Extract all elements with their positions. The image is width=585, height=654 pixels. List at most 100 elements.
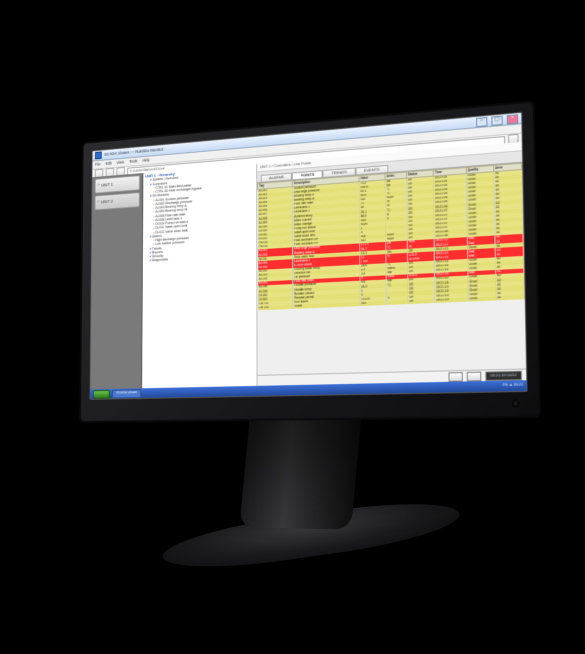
column-header[interactable]: Units [385,172,406,179]
menu-help[interactable]: Help [142,158,149,163]
cell: OK [407,235,434,241]
table-row[interactable]: AI-005Flow rate main0m3/hLOLO09:21:18Bad… [258,269,524,286]
cell: % [385,199,406,205]
cell: 09:21:06 [433,195,466,201]
cell: 09:21:08 [434,229,467,235]
cell: Good [466,201,494,207]
cell: 09:21:19 [435,289,468,295]
close-button[interactable]: × [507,114,519,124]
cell [386,300,407,305]
cell: Run hours [293,298,360,305]
sidebar-unit-1[interactable]: » UNIT 1 [95,175,140,194]
cell: m3/h [385,195,406,201]
table-row[interactable]: CNT-01Run hours14120hOK09:21:19GoodA1 [258,290,524,306]
cell: Flow controller PV [293,239,360,247]
cell: A2 [494,191,522,197]
tree-root[interactable]: System / OverviewControllersCTRL-01 Main… [145,171,255,264]
cell: OK [407,248,434,254]
cell: 61.4 [359,188,385,194]
cell: Good [467,279,495,285]
cell: 28.6 [360,263,386,269]
cell: 09:21:08 [434,233,467,239]
cell: Good [466,180,494,186]
minimize-button[interactable]: – [476,116,487,126]
cell: Good [467,223,495,229]
menu-tools[interactable]: Tools [129,159,137,164]
cell: A2 [495,247,523,253]
table-row[interactable]: AI-016Header temp44.0°COK09:21:18GoodA2 [258,277,524,294]
cell: A1 [495,234,523,240]
cell: Seal water flow [293,252,360,260]
cell: OK [407,214,434,220]
cell: Good [467,244,495,250]
table-row[interactable]: AI-014Oil pressure3.4barOK09:21:16GoodA1 [258,264,524,282]
chevron-right-icon: » [97,200,99,205]
tree-pane[interactable]: UNIT 1 · Hierarchy System / OverviewCont… [142,164,257,389]
cell: OK [408,290,435,295]
cell: A2 [495,273,523,279]
column-header[interactable]: Area [493,163,521,171]
cell: 09:21:07 [434,220,467,226]
menu-view[interactable]: View [116,160,124,165]
tab-events[interactable]: EVENTS [355,165,388,175]
cell: bar [386,270,407,275]
cell: Good [466,176,494,182]
data-grid[interactable]: TagDescriptionValueUnitsStatusTimeQualit… [257,163,526,375]
monitor: SCADA Viewer — Runtime Monitor – ▢ × Fil… [79,100,541,423]
table-row[interactable]: DI-030Breaker closed1OK09:21:19GoodA1 [258,282,524,298]
cell [386,228,407,233]
cell: Good [467,219,495,225]
table-row[interactable]: AI-015Header pressure5.6barOK09:21:18Goo… [258,273,524,290]
cell: 44.0 [360,284,386,289]
table-row[interactable]: DI-031Remote permit1OK09:21:19GoodA1 [258,286,524,302]
toolbar-go-button[interactable] [508,134,519,145]
cell: 09:21:07 [434,216,467,222]
status-ack-button[interactable] [466,371,481,381]
cell: 09:21:16 [434,259,467,265]
cell: Good [467,214,495,220]
column-header[interactable]: Quality [466,165,494,173]
cell: 09:21:06 [434,203,467,209]
cell: 94.7 [359,246,385,252]
cell: V [385,216,406,222]
cell: OK [407,265,434,271]
system-tray[interactable]: EN ▲ 09:21 [503,383,524,388]
cell: OK [406,185,433,191]
cell: 1 [360,292,386,297]
cell: 148.6 [359,184,385,190]
menu-edit[interactable]: Edit [105,161,111,166]
taskbar-app[interactable]: SCADA Viewer [112,389,141,398]
cell: OK [407,201,434,207]
column-header[interactable]: Time [433,168,466,176]
cell: A1 [494,174,522,180]
cell: OK [406,189,433,195]
start-button[interactable] [93,389,110,398]
cell: RUN [359,221,385,227]
cell: OK [408,294,435,299]
cell: bar [386,279,407,284]
menu-file[interactable]: File [95,162,101,167]
cell: 12 [359,255,385,261]
cell: °C [385,207,406,213]
cell: A1 [494,178,522,184]
cell: Flow rate main [293,277,360,284]
monitor-neck [239,407,362,530]
table-row[interactable]: AI-013Gearbox vib2.1mm/sOK09:21:16GoodA1 [258,260,524,278]
table-row[interactable]: CNT-02Starts612OK09:21:19GoodA1 [258,295,524,311]
tab-trends[interactable]: TRENDS [323,167,356,177]
sidebar-unit-2[interactable]: » UNIT 2 [95,192,140,210]
cell: ALARM [407,256,434,262]
cell: 09:21:18 [434,276,467,282]
cell: Discharge pressure [293,244,360,252]
column-header[interactable]: Value [359,174,385,182]
column-header[interactable]: Status [406,170,433,178]
cell: 12.3 [359,250,385,256]
status-pause-button[interactable] [448,372,462,382]
cell: m3/h [386,237,407,242]
maximize-button[interactable]: ▢ [491,115,502,125]
cell: Bad [467,270,495,276]
cell: Good [466,197,494,203]
cell: 09:21:06 [433,199,466,205]
unit-sidebar: » UNIT 1 » UNIT 2 [90,173,143,389]
tab-points[interactable]: POINTS [292,170,323,180]
